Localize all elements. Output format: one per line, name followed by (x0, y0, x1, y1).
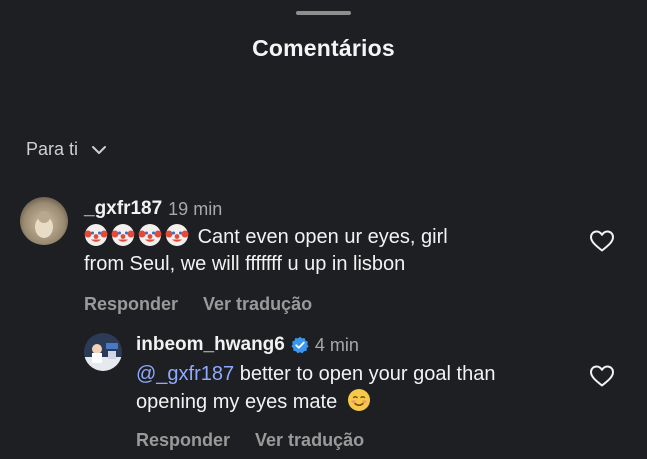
comments-sheet: Comentários Para ti _gxfr187 19 min Cant… (0, 0, 647, 459)
avatar[interactable] (20, 197, 68, 245)
reply-text-line2: opening my eyes mate (136, 391, 338, 413)
clown-face-emoji-icon (84, 224, 108, 246)
clown-face-emoji-icon (111, 224, 135, 246)
mention-link[interactable]: @_gxfr187 (136, 363, 234, 385)
translate-button[interactable]: Ver tradução (255, 430, 364, 451)
reply-time: 4 min (314, 334, 359, 355)
smiling-face-emoji-icon (347, 389, 370, 411)
clown-face-emoji-icon (138, 224, 162, 246)
reply-body: @_gxfr187 better to open your goal than … (136, 361, 576, 416)
comment-text-line1: Cant even open ur eyes, girl (197, 226, 448, 248)
sort-dropdown[interactable]: Para ti (26, 139, 108, 160)
reply-item: inbeom_hwang6 4 min @_gxfr187 better to … (136, 334, 576, 451)
reply-text-line1: better to open your goal than (234, 363, 496, 385)
clown-face-emoji-icon (165, 224, 189, 246)
translate-button[interactable]: Ver tradução (203, 294, 312, 315)
clown-emoji-group (84, 224, 198, 248)
sheet-title: Comentários (252, 35, 395, 61)
comment-body: Cant even open ur eyes, girl from Seul, … (84, 223, 564, 278)
like-heart-icon[interactable] (589, 364, 615, 388)
comment-time: 19 min (168, 198, 223, 219)
reply-username[interactable]: inbeom_hwang6 (136, 334, 285, 356)
sort-label: Para ti (26, 139, 79, 159)
comment-text-line2: from Seul, we will fffffff u up in lisbo… (84, 253, 406, 275)
chevron-down-icon (92, 145, 107, 154)
comment-item: _gxfr187 19 min Cant even open ur eyes, … (84, 198, 564, 315)
comment-username[interactable]: _gxfr187 (84, 198, 162, 220)
drag-handle[interactable] (296, 11, 351, 15)
avatar[interactable] (84, 333, 122, 371)
reply-button[interactable]: Responder (84, 294, 178, 315)
verified-badge-icon (291, 336, 309, 354)
reply-button[interactable]: Responder (136, 430, 230, 451)
like-heart-icon[interactable] (589, 229, 615, 253)
